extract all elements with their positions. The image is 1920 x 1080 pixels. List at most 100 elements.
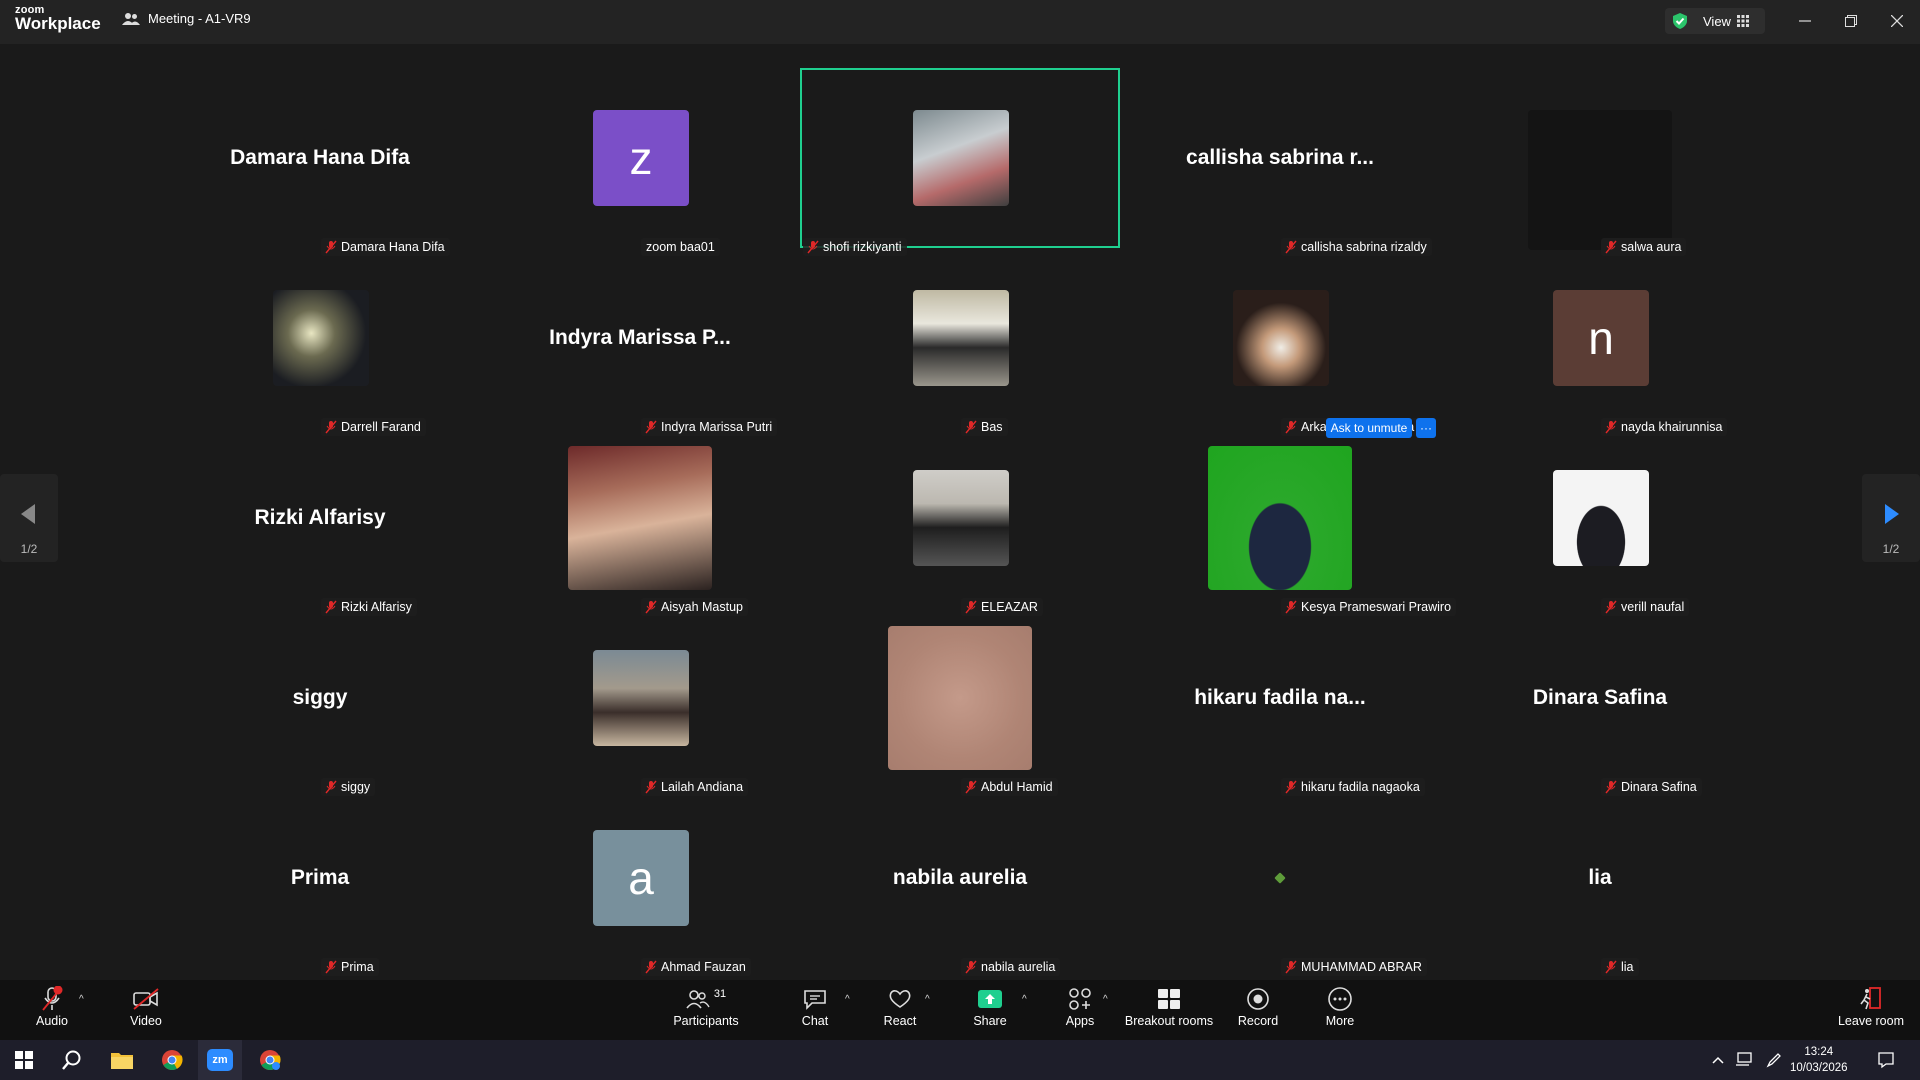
leave-room-button[interactable]: Leave room [1836, 984, 1906, 1036]
apps-button[interactable]: Apps [1060, 984, 1100, 1036]
breakout-rooms-button[interactable]: Breakout rooms [1122, 984, 1216, 1036]
avatar [568, 446, 712, 590]
search-icon [62, 1050, 81, 1070]
avatar [1553, 470, 1649, 566]
pen-ink-button[interactable] [1760, 1040, 1788, 1080]
avatar [1208, 446, 1352, 590]
audio-options-caret[interactable]: ^ [79, 994, 84, 1005]
system-clock[interactable]: 13:24 10/03/2026 [1790, 1044, 1848, 1076]
share-options-caret[interactable]: ^ [1022, 994, 1027, 1005]
participant-display-name: callisha sabrina r... [1186, 146, 1374, 169]
react-options-caret[interactable]: ^ [925, 994, 930, 1005]
chevron-right-icon [1885, 504, 1899, 524]
video-off-icon [133, 988, 159, 1010]
participant-tile-active-speaker[interactable]: shofi rizkiyanti [800, 68, 1120, 256]
chrome-taskbar-button[interactable] [150, 1040, 194, 1080]
chat-options-caret[interactable]: ^ [845, 994, 850, 1005]
participant-tile[interactable]: salwa aura [1440, 68, 1760, 256]
share-screen-icon [978, 990, 1002, 1008]
breakout-rooms-icon [1158, 989, 1180, 1009]
avatar [593, 650, 689, 746]
meeting-people-icon [122, 12, 140, 25]
participant-tile[interactable]: callisha sabrina r... callisha sabrina r… [1120, 68, 1440, 256]
record-button[interactable]: Record [1238, 984, 1278, 1036]
participant-name-label: Ahmad Fauzan [641, 958, 751, 976]
participant-tile[interactable]: Lailah Andiana [480, 608, 800, 796]
participant-tile[interactable]: hikaru fadila na... hikaru fadila nagaok… [1120, 608, 1440, 796]
chevron-up-icon [1712, 1056, 1724, 1064]
close-button[interactable] [1882, 8, 1912, 34]
meeting-title[interactable]: Meeting - A1-VR9 [122, 11, 251, 26]
participant-tile[interactable]: nabila aurelia nabila aurelia [800, 788, 1120, 976]
participant-tile[interactable]: ELEAZAR [800, 428, 1120, 616]
restore-button[interactable] [1836, 8, 1866, 34]
muted-mic-icon [1285, 960, 1297, 974]
participant-tile[interactable]: Rizki Alfarisy Rizki Alfarisy [160, 428, 480, 616]
encryption-shield-icon [1673, 13, 1687, 29]
participant-tile[interactable]: Damara Hana Difa Damara Hana Difa [160, 68, 480, 256]
previous-page-button[interactable]: 1/2 [0, 474, 58, 562]
participant-display-name: Indyra Marissa P... [549, 326, 731, 349]
pen-icon [1766, 1053, 1781, 1068]
apps-icon [1069, 988, 1091, 1010]
participant-tile[interactable]: lia lia [1440, 788, 1760, 976]
avatar: n [1553, 290, 1649, 386]
react-button[interactable]: React [880, 984, 920, 1036]
participant-tile[interactable]: Aisyah Mastup [480, 428, 800, 616]
notification-icon [1878, 1052, 1894, 1069]
show-hidden-icons-button[interactable] [1706, 1040, 1730, 1080]
record-icon [1247, 988, 1269, 1010]
video-button[interactable]: Video [124, 984, 168, 1036]
more-button[interactable]: More [1320, 984, 1360, 1036]
avatar [1233, 290, 1329, 386]
participant-tile[interactable]: siggy siggy [160, 608, 480, 796]
restore-icon [1845, 15, 1857, 27]
participants-icon [686, 990, 710, 1009]
participant-tile[interactable]: verill naufal [1440, 428, 1760, 616]
tile-more-options-button[interactable]: ··· [1416, 418, 1436, 438]
apps-options-caret[interactable]: ^ [1103, 994, 1108, 1005]
chat-button[interactable]: Chat [795, 984, 835, 1036]
search-button[interactable] [50, 1040, 94, 1080]
more-icon [1328, 987, 1352, 1011]
zoom-taskbar-button[interactable]: zm [198, 1040, 242, 1080]
next-page-button[interactable]: 1/2 [1862, 474, 1920, 562]
muted-mic-icon [42, 986, 63, 1011]
network-icon [1736, 1052, 1752, 1066]
participants-button[interactable]: 31 Participants [668, 984, 744, 1036]
participant-display-name: Dinara Safina [1532, 686, 1668, 709]
participant-tile[interactable]: Prima Prima [160, 788, 480, 976]
participant-name-label: Prima [321, 958, 379, 976]
ask-to-unmute-button[interactable]: Ask to unmute [1326, 418, 1412, 438]
participant-tile[interactable]: Darrell Farand [160, 248, 480, 436]
zoom-app-icon: zm [207, 1049, 233, 1071]
start-button[interactable] [2, 1040, 46, 1080]
network-button[interactable] [1730, 1040, 1758, 1080]
participant-tile[interactable]: Ask to unmute ··· Kesya Prameswari Prawi… [1120, 418, 1457, 616]
zoom-workplace-logo: zoom Workplace [15, 4, 101, 33]
chrome-profile-taskbar-button[interactable] [248, 1040, 292, 1080]
file-explorer-button[interactable] [100, 1040, 144, 1080]
participant-tile[interactable]: Indyra Marissa P... Indyra Marissa Putri [480, 248, 800, 436]
participant-tile[interactable]: Arkanantha Kusuma [1120, 248, 1440, 436]
minimize-button[interactable] [1790, 8, 1820, 34]
participant-tile[interactable]: Abdul Hamid [800, 608, 1120, 796]
participant-display-name: lia [1588, 866, 1612, 889]
participant-tile[interactable]: a Ahmad Fauzan [480, 788, 800, 976]
avatar [913, 110, 1009, 206]
view-label: View [1703, 13, 1731, 29]
share-button[interactable]: Share [970, 984, 1010, 1036]
notifications-button[interactable] [1866, 1040, 1906, 1080]
participant-tile[interactable]: n nayda khairunnisa [1440, 248, 1760, 436]
participant-tile[interactable]: Bas [800, 248, 1120, 436]
view-button[interactable]: View [1665, 8, 1765, 34]
participant-tile[interactable]: MUHAMMAD ABRAR [1120, 788, 1440, 976]
participant-display-name: Prima [290, 866, 350, 889]
avatar [1528, 110, 1672, 250]
audio-button[interactable]: Audio [30, 984, 74, 1036]
avatar [913, 470, 1009, 566]
page-indicator: 1/2 [1882, 542, 1900, 556]
participant-tile[interactable]: z zoom baa01 [480, 68, 800, 256]
participant-tile[interactable]: Dinara Safina Dinara Safina [1440, 608, 1760, 796]
muted-mic-icon [325, 960, 337, 974]
